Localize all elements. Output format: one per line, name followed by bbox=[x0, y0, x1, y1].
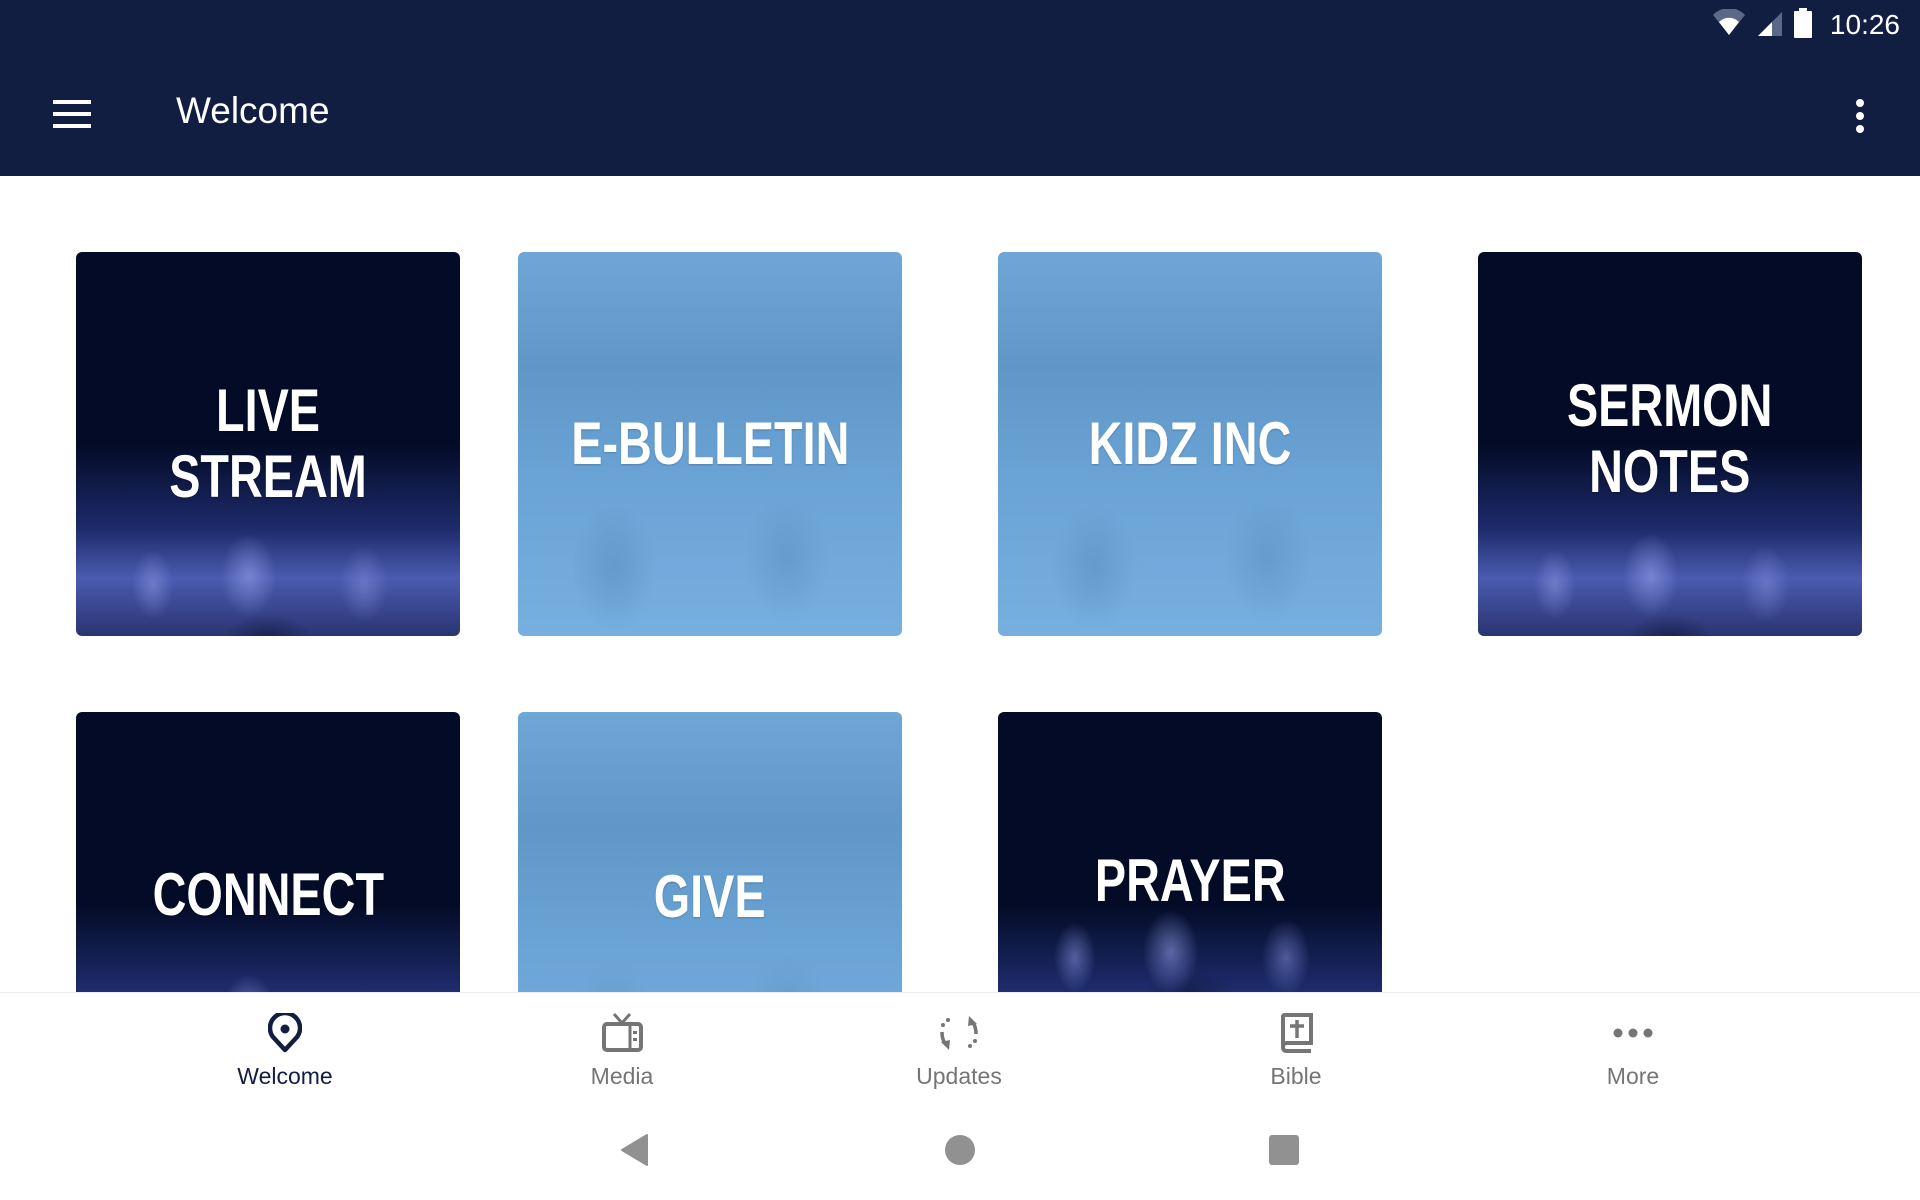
tile-prayer[interactable]: PRAYER bbox=[998, 712, 1382, 992]
nav-label: Bible bbox=[1270, 1063, 1322, 1089]
status-bar: 10:26 bbox=[1712, 6, 1900, 44]
nav-item-media[interactable]: Media bbox=[522, 993, 722, 1101]
recents-icon[interactable] bbox=[1266, 1132, 1302, 1168]
status-time: 10:26 bbox=[1829, 9, 1900, 40]
nav-label: Updates bbox=[916, 1063, 1002, 1089]
tile-label: CONNECT bbox=[152, 861, 384, 928]
nav-item-welcome[interactable]: Welcome bbox=[185, 993, 385, 1101]
bible-icon bbox=[1278, 1011, 1314, 1055]
tile-label: E-BULLETIN bbox=[570, 410, 850, 477]
tile-live-stream[interactable]: LIVE STREAM bbox=[76, 252, 460, 636]
nav-label: Welcome bbox=[237, 1063, 333, 1089]
sync-icon bbox=[938, 1011, 980, 1055]
home-icon[interactable] bbox=[942, 1132, 978, 1168]
nav-label: Media bbox=[590, 1063, 654, 1089]
tile-sermon-notes[interactable]: SERMON NOTES bbox=[1478, 252, 1862, 636]
nav-item-bible[interactable]: Bible bbox=[1196, 993, 1396, 1101]
location-pin-icon bbox=[268, 1011, 302, 1055]
tile-label: LIVE STREAM bbox=[169, 377, 367, 510]
cell-signal-icon bbox=[1756, 9, 1784, 42]
wifi-icon bbox=[1712, 7, 1746, 42]
system-nav-bar bbox=[0, 1100, 1920, 1200]
tile-label: SERMON NOTES bbox=[1567, 372, 1773, 505]
nav-label: More bbox=[1606, 1063, 1660, 1089]
tile-label: PRAYER bbox=[1094, 847, 1286, 914]
tile-label: GIVE bbox=[654, 863, 766, 930]
tile-kidz-inc[interactable]: KIDZ INC bbox=[998, 252, 1382, 636]
app-bar: Welcome bbox=[0, 56, 1920, 176]
tile-connect[interactable]: CONNECT bbox=[76, 712, 460, 992]
bottom-nav: Welcome Media Updates Bible More bbox=[0, 992, 1920, 1100]
nav-item-more[interactable]: More bbox=[1533, 993, 1733, 1101]
nav-item-updates[interactable]: Updates bbox=[859, 993, 1059, 1101]
tile-label: KIDZ INC bbox=[1088, 410, 1292, 477]
top-bar: 10:26 Welcome bbox=[0, 0, 1920, 176]
more-horiz-icon bbox=[1612, 1011, 1654, 1055]
hamburger-menu-icon[interactable] bbox=[40, 82, 104, 146]
more-vert-icon[interactable] bbox=[1836, 88, 1884, 144]
tile-grid: LIVE STREAM E-BULLETIN KIDZ INC SERMON N… bbox=[0, 176, 1920, 992]
tile-e-bulletin[interactable]: E-BULLETIN bbox=[518, 252, 902, 636]
tile-photo bbox=[998, 463, 1382, 636]
tile-photo bbox=[518, 463, 902, 636]
battery-icon bbox=[1793, 7, 1812, 43]
tv-icon bbox=[601, 1011, 643, 1055]
back-icon[interactable] bbox=[616, 1132, 652, 1168]
tile-photo bbox=[518, 923, 902, 992]
tile-give[interactable]: GIVE bbox=[518, 712, 902, 992]
page-title: Welcome bbox=[176, 90, 330, 131]
